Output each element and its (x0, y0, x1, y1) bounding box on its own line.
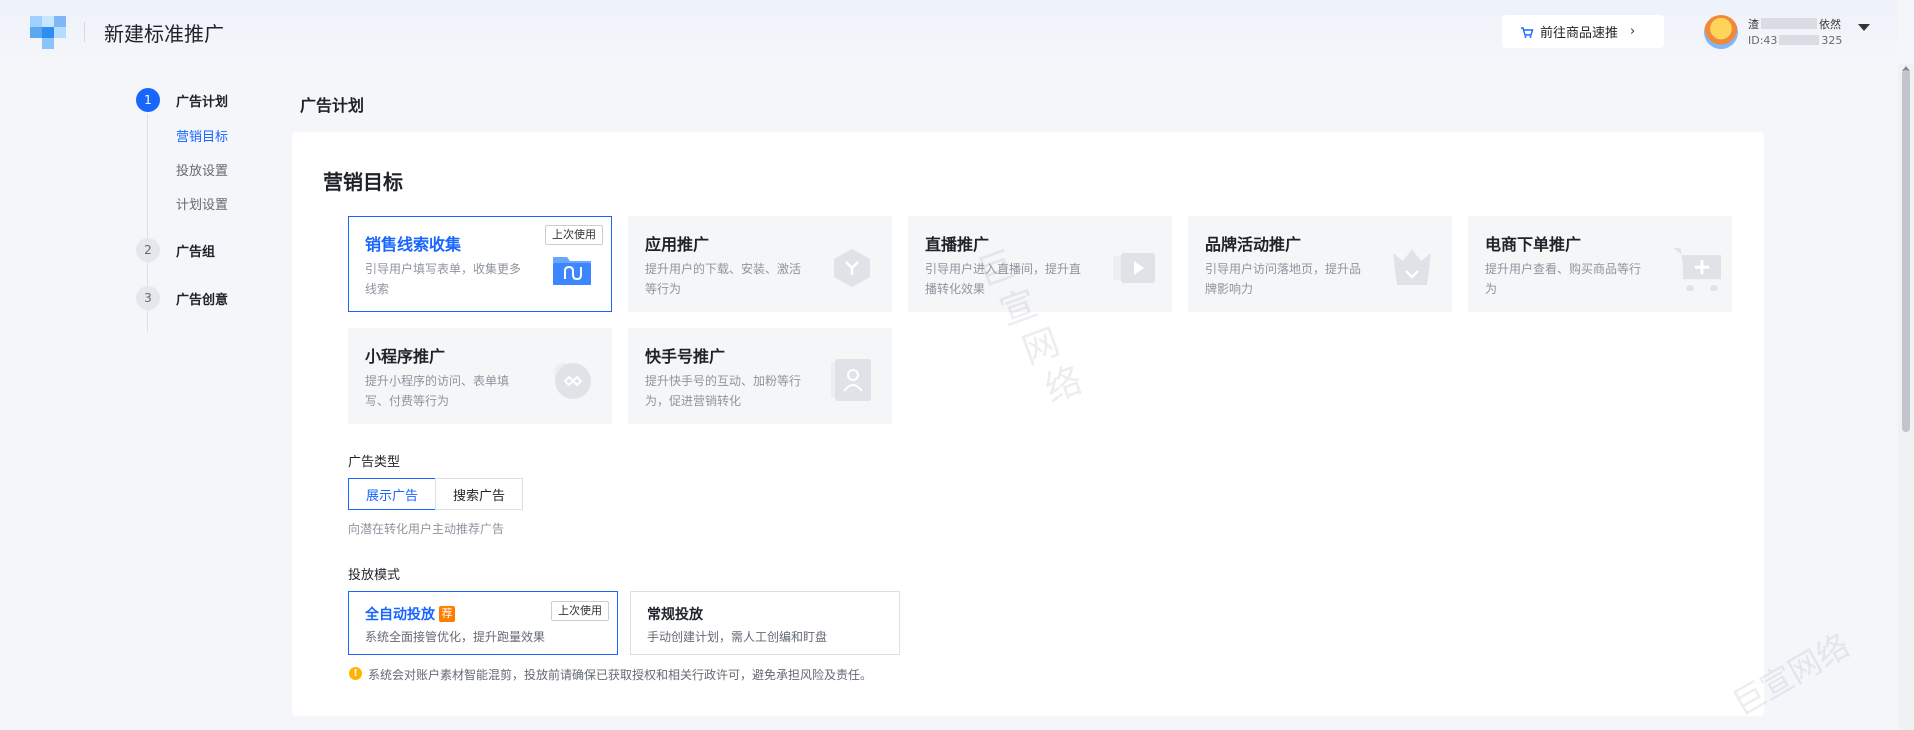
goal-desc: 提升小程序的访问、表单填写、付费等行为 (365, 374, 510, 408)
redacted-block (1779, 35, 1820, 45)
folder-icon (553, 257, 591, 285)
delivery-mode-manual[interactable]: 常规投放 手动创建计划，需人工创编和盯盘 (630, 591, 900, 655)
delivery-mode-auto[interactable]: 全自动投放 荐 系统全面接管优化，提升跑量效果 上次使用 (348, 591, 618, 655)
goal-card-lead-collection[interactable]: 销售线索收集 引导用户填写表单，收集更多线索 上次使用 (348, 216, 612, 312)
chevron-right-icon: › (1630, 24, 1636, 39)
goal-desc: 提升用户查看、购买商品等行为 (1485, 262, 1642, 296)
ad-type-hint: 向潜在转化用户主动推荐广告 (348, 522, 505, 536)
step-label: 广告计划 (176, 94, 229, 110)
hexagon-app-icon (834, 249, 870, 287)
profile-icon (831, 359, 871, 401)
goal-card-ecommerce-promotion[interactable]: 电商下单推广 提升用户查看、购买商品等行为 (1468, 216, 1732, 312)
goal-desc: 提升快手号的互动、加粉等行为，促进营销转化 (645, 374, 802, 408)
mode-desc: 系统全面接管优化，提升跑量效果 (365, 630, 546, 644)
warning-text: 系统会对账户素材智能混剪，投放前请确保已获取授权和相关行政许可，避免承担风险及责… (368, 668, 873, 682)
cart-icon (1673, 248, 1721, 291)
play-icon (1113, 253, 1155, 283)
goal-card-kuaishou-account[interactable]: 快手号推广 提升快手号的互动、加粉等行为，促进营销转化 (628, 328, 892, 424)
card-title: 营销目标 (323, 170, 403, 194)
mode-title: 全自动投放 荐 (365, 604, 455, 624)
step-ad-creative[interactable]: 3 广告创意 (136, 286, 228, 310)
warning-icon: ! (349, 667, 362, 680)
delivery-mode-label: 投放模式 (348, 568, 401, 583)
mode-desc: 手动创建计划，需人工创编和盯盘 (647, 630, 828, 644)
goal-title: 直播推广 (925, 235, 990, 254)
mode-title: 常规投放 (647, 607, 703, 623)
step-number: 3 (136, 286, 160, 310)
sub-step-plan-settings[interactable]: 计划设置 (176, 194, 228, 213)
goal-desc: 引导用户填写表单，收集更多线索 (365, 262, 522, 296)
mini-program-icon (554, 363, 591, 399)
goods-promotion-label: 前往商品速推 (1540, 26, 1619, 41)
step-label: 广告组 (176, 244, 216, 260)
scrollbar-thumb[interactable] (1902, 70, 1910, 432)
goal-card-brand-promotion[interactable]: 品牌活动推广 引导用户访问落地页，提升品牌影响力 (1188, 216, 1452, 312)
cart-upload-icon (1521, 26, 1534, 38)
ad-type-search-option[interactable]: 搜索广告 (435, 478, 523, 510)
goal-title: 应用推广 (645, 235, 710, 254)
step-label: 广告创意 (176, 292, 229, 308)
recommend-tag: 荐 (439, 606, 455, 622)
goal-card-app-promotion[interactable]: 应用推广 提升用户的下载、安装、激活等行为 (628, 216, 892, 312)
avatar[interactable] (1704, 15, 1738, 49)
goal-title: 快手号推广 (645, 347, 726, 366)
crown-icon (1393, 249, 1431, 285)
section-title: 广告计划 (300, 96, 365, 115)
ad-type-label: 广告类型 (348, 455, 401, 470)
goal-card-mini-program[interactable]: 小程序推广 提升小程序的访问、表单填写、付费等行为 (348, 328, 612, 424)
logo (30, 16, 66, 49)
step-ad-plan[interactable]: 1 广告计划 (136, 88, 228, 112)
account-name: 渣依然 (1748, 18, 1841, 31)
ad-type-display-option[interactable]: 展示广告 (348, 478, 436, 510)
account-dropdown-icon[interactable] (1858, 24, 1870, 31)
goal-desc: 引导用户访问落地页，提升品牌影响力 (1205, 262, 1362, 296)
header-divider (84, 22, 85, 42)
step-number: 2 (136, 238, 160, 262)
sub-step-marketing-goal[interactable]: 营销目标 (176, 126, 228, 145)
goal-title: 小程序推广 (365, 347, 446, 366)
page-title: 新建标准推广 (104, 22, 224, 46)
goal-desc: 提升用户的下载、安装、激活等行为 (645, 262, 802, 296)
last-used-badge: 上次使用 (551, 601, 609, 621)
step-ad-group[interactable]: 2 广告组 (136, 238, 215, 262)
goods-promotion-button[interactable]: 前往商品速推 › (1502, 15, 1664, 48)
sub-step-delivery-settings[interactable]: 投放设置 (176, 160, 228, 179)
last-used-badge: 上次使用 (545, 225, 603, 245)
account-id: ID:43 325 (1748, 34, 1843, 47)
step-number: 1 (136, 88, 160, 112)
goal-title: 品牌活动推广 (1205, 235, 1302, 254)
goal-title: 销售线索收集 (365, 235, 462, 254)
redacted-block (1761, 18, 1817, 29)
goal-title: 电商下单推广 (1485, 235, 1582, 254)
